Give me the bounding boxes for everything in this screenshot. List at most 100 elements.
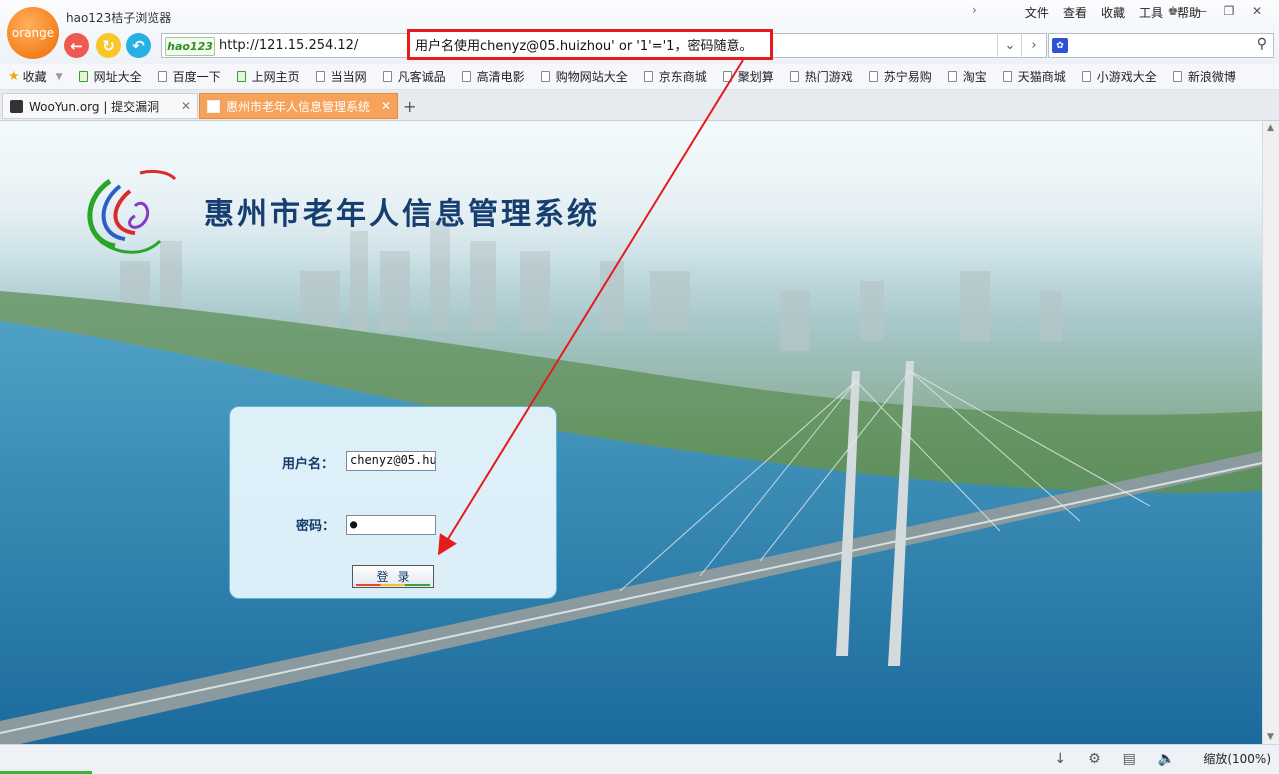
- tab-label: 惠州市老年人信息管理系统: [226, 99, 371, 114]
- search-box[interactable]: ✿ ⚲: [1048, 33, 1274, 58]
- bookmark-item[interactable]: 高清电影: [461, 68, 525, 85]
- annotation-text: 用户名使用chenyz@05.huizhou' or '1'='1，密码随意。: [415, 39, 753, 54]
- page-icon: [1172, 71, 1182, 82]
- bookmark-label: 热门游戏: [804, 70, 853, 84]
- page-icon: [868, 71, 878, 82]
- vertical-scrollbar[interactable]: ▲ ▼: [1262, 121, 1279, 744]
- page-icon: [157, 71, 167, 82]
- bookmark-label: 苏宁易购: [883, 70, 932, 84]
- bookmark-item[interactable]: 购物网站大全: [540, 68, 628, 85]
- page-icon: [643, 71, 653, 82]
- scroll-down-icon[interactable]: ▼: [1267, 732, 1274, 742]
- page-icon: [1081, 71, 1091, 82]
- bookmark-item[interactable]: 聚划算: [722, 68, 774, 85]
- tab-wooyun[interactable]: WooYun.org | 提交漏洞 ✕: [2, 93, 198, 119]
- tab-huizhou-system[interactable]: 惠州市老年人信息管理系统 ✕: [199, 93, 398, 119]
- scroll-up-icon[interactable]: ▲: [1267, 123, 1274, 133]
- bookmark-item[interactable]: 百度一下: [157, 68, 221, 85]
- password-label: 密码：: [296, 519, 336, 534]
- tab-bar: WooYun.org | 提交漏洞 ✕ 惠州市老年人信息管理系统 ✕ +: [0, 90, 1279, 121]
- tab-label: WooYun.org | 提交漏洞: [29, 99, 160, 114]
- hao-icon: [236, 71, 246, 82]
- bookmark-label: 网址大全: [93, 70, 142, 84]
- bookmark-item[interactable]: 天猫商城: [1002, 68, 1066, 85]
- browser-logo-text: orange: [11, 26, 55, 40]
- back-button[interactable]: ←: [64, 33, 89, 58]
- bookmark-item[interactable]: 苏宁易购: [868, 68, 932, 85]
- chevron-right-icon: ›: [1031, 38, 1037, 53]
- skin-icon[interactable]: ♚: [1159, 4, 1187, 18]
- bookmark-label: 京东商城: [658, 70, 707, 84]
- annotation-callout: 用户名使用chenyz@05.huizhou' or '1'='1，密码随意。: [407, 29, 773, 60]
- sound-icon[interactable]: 🔈: [1158, 751, 1175, 767]
- browser-logo: orange: [7, 7, 59, 59]
- undo-button[interactable]: ↶: [126, 33, 151, 58]
- bookmark-label: 小游戏大全: [1096, 70, 1157, 84]
- window-controls: ♚ — ❐ ✕: [1159, 4, 1271, 18]
- page-icon: [789, 71, 799, 82]
- status-icons: ↓ ⚙ ▤ 🔈 缩放(100%): [1032, 750, 1271, 767]
- login-button[interactable]: 登录: [352, 565, 434, 588]
- refresh-icon: ↻: [102, 36, 115, 55]
- bookmark-item[interactable]: 热门游戏: [789, 68, 853, 85]
- bookmark-item[interactable]: 京东商城: [643, 68, 707, 85]
- bookmark-item[interactable]: 上网主页: [236, 68, 300, 85]
- bookmark-item[interactable]: 网址大全: [78, 68, 142, 85]
- search-icon[interactable]: ⚲: [1257, 36, 1267, 52]
- system-title: 惠州市老年人信息管理系统: [204, 197, 600, 232]
- zoom-control[interactable]: 缩放(100%): [1203, 750, 1271, 767]
- page-icon: [315, 71, 325, 82]
- refresh-button[interactable]: ↻: [96, 33, 121, 58]
- menu-view[interactable]: 查看: [1063, 4, 1087, 21]
- download-icon[interactable]: ↓: [1054, 751, 1066, 767]
- baidu-paw-icon[interactable]: ✿: [1052, 38, 1068, 53]
- bookmark-label: 高清电影: [476, 70, 525, 84]
- close-icon[interactable]: ✕: [381, 99, 391, 113]
- menu-favorites[interactable]: 收藏: [1101, 4, 1125, 21]
- bookmark-label: 购物网站大全: [555, 70, 628, 84]
- bookmark-item[interactable]: 小游戏大全: [1081, 68, 1157, 85]
- bookmark-favorites[interactable]: ★ 收藏 ▼: [8, 68, 63, 85]
- new-tab-button[interactable]: +: [403, 97, 416, 116]
- close-icon[interactable]: ✕: [181, 99, 191, 113]
- settings-icon[interactable]: ⚙: [1088, 751, 1101, 767]
- chevron-right-icon[interactable]: ›: [972, 3, 977, 17]
- page-icon: [382, 71, 392, 82]
- bookmark-label: 聚划算: [737, 70, 774, 84]
- page-icon: [540, 71, 550, 82]
- bookmark-label: 收藏: [22, 70, 47, 84]
- bookmark-label: 当当网: [330, 70, 367, 84]
- minimize-button[interactable]: —: [1187, 4, 1215, 18]
- bookmark-item[interactable]: 淘宝: [947, 68, 987, 85]
- caret-down-icon: ▼: [55, 71, 63, 82]
- bookmark-label: 淘宝: [962, 70, 987, 84]
- bookmarks-bar: ★ 收藏 ▼ 网址大全 百度一下 上网主页 当当网 凡客诚品 高清电影 购物网站…: [0, 64, 1279, 90]
- status-bar: ↓ ⚙ ▤ 🔈 缩放(100%): [0, 744, 1279, 774]
- bookmark-label: 新浪微博: [1187, 70, 1236, 84]
- wooyun-favicon: [10, 99, 23, 113]
- bookmark-label: 天猫商城: [1017, 70, 1066, 84]
- star-icon: ★: [8, 69, 20, 84]
- close-button[interactable]: ✕: [1243, 4, 1271, 18]
- page-viewport: 惠州市老年人信息管理系统 用户名： chenyz@05.hu 密码： ● 登录: [0, 121, 1262, 744]
- maximize-button[interactable]: ❐: [1215, 4, 1243, 18]
- login-panel: 用户名： chenyz@05.hu 密码： ● 登录: [229, 406, 557, 599]
- bookmark-label: 上网主页: [251, 70, 300, 84]
- screen-icon[interactable]: ▤: [1123, 751, 1136, 767]
- url-field[interactable]: http://121.15.254.12/: [219, 38, 358, 53]
- bookmark-item[interactable]: 新浪微博: [1172, 68, 1236, 85]
- bookmark-item[interactable]: 凡客诚品: [382, 68, 446, 85]
- arrow-left-icon: ←: [70, 36, 83, 55]
- go-button[interactable]: ›: [1021, 34, 1046, 57]
- page-icon: [1002, 71, 1012, 82]
- username-input[interactable]: chenyz@05.hu: [346, 451, 436, 471]
- password-input[interactable]: ●: [346, 515, 436, 535]
- menu-file[interactable]: 文件: [1025, 4, 1049, 21]
- hao123-icon: hao123: [165, 37, 215, 56]
- address-dropdown-button[interactable]: ⌄: [997, 34, 1022, 57]
- page-icon: [722, 71, 732, 82]
- bookmark-item[interactable]: 当当网: [315, 68, 367, 85]
- chevron-down-icon: ⌄: [1004, 38, 1016, 53]
- app-title: hao123桔子浏览器: [66, 11, 172, 25]
- page-icon: [461, 71, 471, 82]
